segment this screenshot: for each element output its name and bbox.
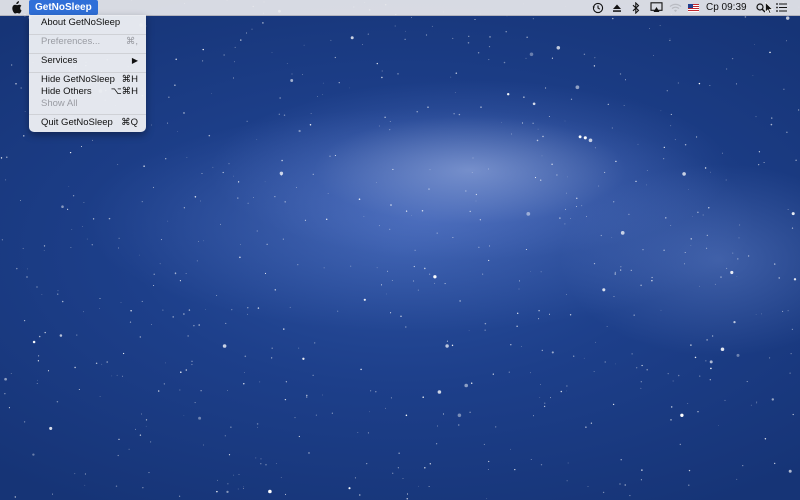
menu-item-shortcut: ⌘Q xyxy=(121,117,138,128)
notification-center-icon[interactable] xyxy=(775,2,787,13)
menu-item-label: Show All xyxy=(41,98,78,109)
menu-separator xyxy=(29,72,146,73)
menu-separator xyxy=(29,34,146,35)
menu-bar: GetNoSleep Cp 09:39 xyxy=(0,0,800,16)
menu-item-label: Hide Others xyxy=(41,86,92,97)
app-dropdown-menu: About GetNoSleep Preferences... ⌘, Servi… xyxy=(29,15,146,132)
mouse-cursor-icon xyxy=(764,1,774,14)
menu-item-label: Quit GetNoSleep xyxy=(41,117,113,128)
apple-menu-icon[interactable] xyxy=(11,0,23,15)
menu-clock[interactable]: Cp 09:39 xyxy=(706,0,747,15)
eject-icon[interactable] xyxy=(611,2,623,13)
bluetooth-icon[interactable] xyxy=(631,1,641,14)
submenu-arrow-icon: ▶ xyxy=(131,56,138,65)
app-menu-getnosleep[interactable]: GetNoSleep xyxy=(29,0,98,15)
airplay-icon[interactable] xyxy=(649,2,663,13)
time-machine-icon[interactable] xyxy=(591,2,605,13)
menu-item-label: Services xyxy=(41,55,78,66)
menu-separator xyxy=(29,114,146,115)
menu-item-shortcut: ⌘, xyxy=(125,36,138,47)
menu-item-about[interactable]: About GetNoSleep xyxy=(29,17,146,29)
menu-item-hide-others[interactable]: Hide Others ⌥⌘H xyxy=(29,86,146,98)
menu-item-label: Preferences... xyxy=(41,36,101,47)
menu-separator xyxy=(29,53,146,54)
wifi-icon[interactable] xyxy=(668,2,682,13)
menu-item-show-all: Show All xyxy=(29,98,146,110)
menu-item-hide-app[interactable]: Hide GetNoSleep ⌘H xyxy=(29,74,146,86)
menu-item-label: About GetNoSleep xyxy=(41,17,121,28)
menu-item-shortcut: ⌥⌘H xyxy=(110,86,138,97)
menu-item-shortcut: ⌘H xyxy=(121,74,138,85)
menu-item-services[interactable]: Services ▶ xyxy=(29,55,146,67)
us-flag-icon[interactable] xyxy=(687,2,699,13)
menu-item-label: Hide GetNoSleep xyxy=(41,74,115,85)
menu-item-quit[interactable]: Quit GetNoSleep ⌘Q xyxy=(29,117,146,129)
menu-item-preferences: Preferences... ⌘, xyxy=(29,36,146,48)
